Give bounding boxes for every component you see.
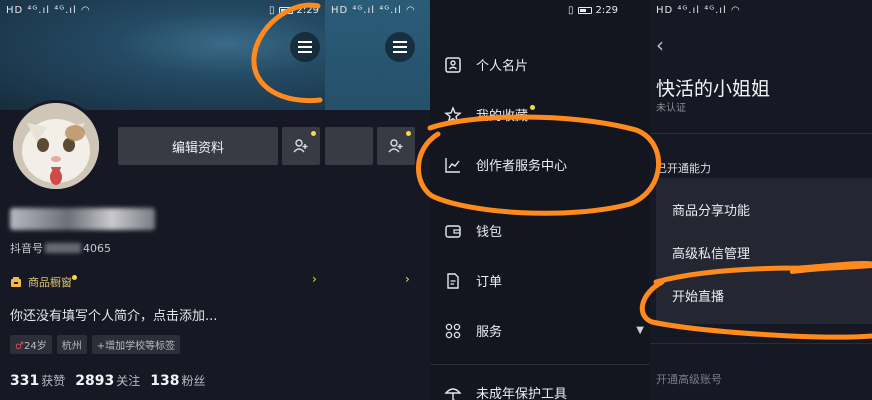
menu-item-wallet[interactable]: 钱包 <box>444 221 502 240</box>
account-title: 快活的小姐姐 <box>656 78 771 100</box>
tag-age[interactable]: ♂24岁 <box>10 335 52 354</box>
menu-item-business-card[interactable]: 个人名片 <box>444 55 528 74</box>
status-time: 2:29 <box>595 4 618 16</box>
section-divider <box>650 133 872 134</box>
hamburger-icon <box>298 41 312 53</box>
side-drawer: ▯ 2:29 个人名片 我的收藏 创作者服务中心 钱包 订单 服务 ▼ 未成年保… <box>430 0 650 400</box>
caret-down-icon: ▼ <box>636 325 644 336</box>
wallet-icon <box>445 224 461 238</box>
douyin-id-suffix: 4065 <box>83 241 111 255</box>
menu-divider <box>430 364 650 365</box>
shop-label: 商品橱窗 <box>28 276 72 289</box>
back-chevron-icon[interactable]: ‹ <box>656 33 664 57</box>
menu-label: 钱包 <box>476 225 503 240</box>
chevron-right-icon: › <box>405 272 410 286</box>
option-product-share[interactable]: 商品分享功能 <box>672 200 750 219</box>
creator-center-panel: HD ⁴ᴳ.ıl ⁴ᴳ.ıl ◠ ‹ 快活的小姐姐 未认证 已开通能力 商品分享… <box>650 0 872 400</box>
add-user-icon <box>293 139 308 153</box>
option-advanced-dm[interactable]: 高级私信管理 <box>672 243 750 262</box>
menu-item-favorites[interactable]: 我的收藏 <box>444 105 547 124</box>
menu-item-minor-protection[interactable]: 未成年保护工具 <box>444 383 567 400</box>
section-divider-2 <box>650 343 872 344</box>
hamburger-menu-button-2[interactable] <box>385 32 415 62</box>
tag-add-school[interactable]: +增加学校等标签 <box>91 335 181 354</box>
contact-card-icon <box>445 56 461 73</box>
stat-followers[interactable]: 138 粉丝 <box>150 372 205 389</box>
edit-button-partial[interactable] <box>325 127 373 165</box>
tag-city[interactable]: 杭州 <box>56 335 87 354</box>
status-bar: HD ⁴ᴳ.ıl ⁴ᴳ.ıl ◠ ▯ 2:29 <box>0 0 325 20</box>
add-friend-button-2[interactable] <box>377 127 415 165</box>
shop-icon <box>11 277 21 287</box>
status-bar-3: ▯ 2:29 <box>562 0 650 20</box>
douyin-id: 抖音号 4065 <box>10 240 111 256</box>
cat-photo <box>13 103 99 189</box>
person-icon: ♂ <box>15 341 24 352</box>
battery-icon <box>278 6 293 14</box>
menu-label: 个人名片 <box>476 59 529 74</box>
trend-chart-icon <box>445 157 460 173</box>
vibrate-icon: ▯ <box>568 4 574 16</box>
avatar[interactable] <box>10 100 102 192</box>
menu-item-orders[interactable]: 订单 <box>444 271 502 290</box>
status-time: 2:29 <box>296 4 319 16</box>
stats-row: 331 获赞 2893 关注 138 粉丝 <box>10 372 205 389</box>
menu-label: 订单 <box>476 275 503 290</box>
profile-panel-shifted: HD ⁴ᴳ.ıl ⁴ᴳ.ıl ◠ › <box>325 0 430 400</box>
shop-window-link[interactable]: 商品橱窗 <box>10 274 83 290</box>
option-start-live[interactable]: 开始直播 <box>672 286 724 305</box>
tag-row: ♂24岁 杭州 +增加学校等标签 <box>10 335 181 354</box>
status-bar-2: HD ⁴ᴳ.ıl ⁴ᴳ.ıl ◠ <box>325 0 430 20</box>
add-friend-button[interactable] <box>282 127 320 165</box>
status-bar-4: HD ⁴ᴳ.ıl ⁴ᴳ.ıl ◠ <box>650 0 872 20</box>
douyin-id-label: 抖音号 <box>10 242 43 255</box>
signal-icons-2: HD ⁴ᴳ.ıl ⁴ᴳ.ıl ◠ <box>331 4 416 16</box>
add-user-icon <box>388 139 403 153</box>
menu-label: 我的收藏 <box>476 109 529 124</box>
battery-icon <box>577 6 592 14</box>
notification-dot <box>311 131 316 136</box>
section-label: 已开通能力 <box>656 162 711 175</box>
edit-profile-button[interactable]: 编辑资料 <box>118 127 278 165</box>
menu-item-creator-center[interactable]: 创作者服务中心 <box>444 155 567 174</box>
order-icon <box>447 272 459 289</box>
signal-icons-4: HD ⁴ᴳ.ıl ⁴ᴳ.ıl ◠ <box>656 4 741 16</box>
menu-label: 创作者服务中心 <box>476 159 568 174</box>
verification-status: 未认证 <box>656 103 686 114</box>
star-icon <box>444 105 462 123</box>
profile-panel: HD ⁴ᴳ.ıl ⁴ᴳ.ıl ◠ ▯ 2:29 编辑资料 抖音号 4065 商品… <box>0 0 325 400</box>
notification-dot <box>406 131 411 136</box>
stat-likes[interactable]: 331 获赞 <box>10 372 65 389</box>
chevron-right-icon: › <box>312 272 317 286</box>
notification-dot <box>530 105 536 110</box>
stat-following[interactable]: 2893 关注 <box>75 372 140 389</box>
grid-icon <box>445 323 461 338</box>
douyin-id-blurred <box>45 243 81 253</box>
menu-item-services[interactable]: 服务 ▼ <box>444 321 644 340</box>
hamburger-menu-button[interactable] <box>290 32 320 62</box>
menu-label: 服务 <box>476 325 503 340</box>
umbrella-icon <box>444 387 462 400</box>
bio-text[interactable]: 你还没有填写个人简介，点击添加... <box>10 305 217 324</box>
nickname-blurred <box>10 208 155 230</box>
vibrate-icon: ▯ <box>269 4 275 16</box>
shop-dot <box>72 274 77 280</box>
open-advanced-account[interactable]: 开通高级账号 <box>656 371 722 387</box>
hamburger-icon <box>393 41 407 53</box>
signal-icons: HD ⁴ᴳ.ıl ⁴ᴳ.ıl ◠ <box>6 4 91 16</box>
menu-label: 未成年保护工具 <box>476 387 568 400</box>
